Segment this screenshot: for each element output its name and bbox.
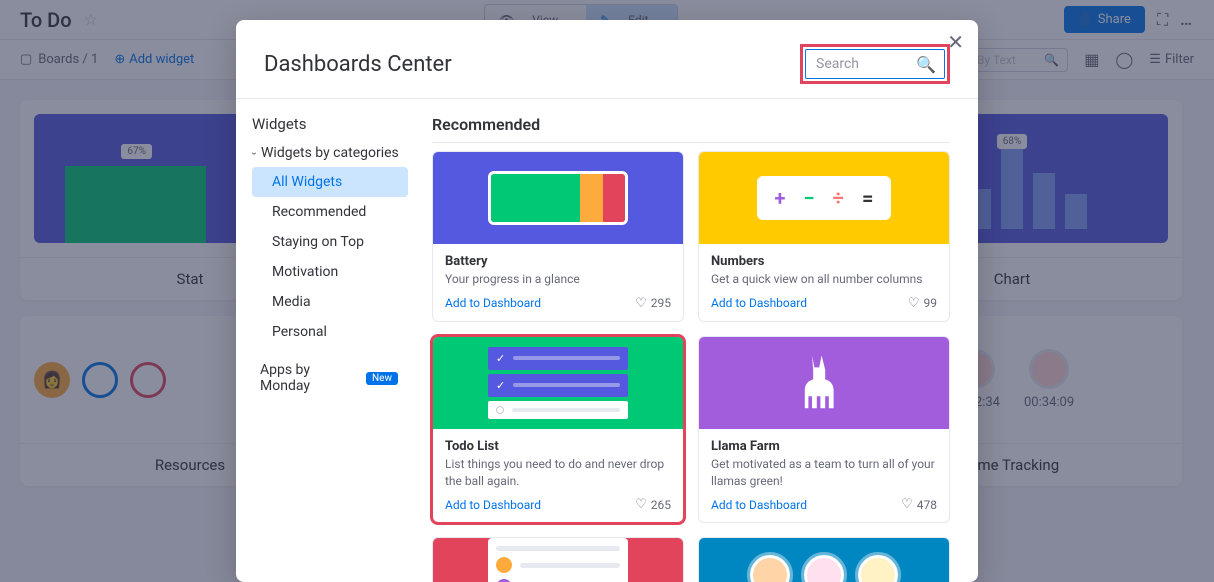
numbers-preview: +−÷= <box>699 152 949 244</box>
likes-count[interactable]: ♡265 <box>635 497 671 512</box>
add-to-dashboard-button[interactable]: Add to Dashboard <box>711 498 807 512</box>
avatar-icon <box>750 555 790 582</box>
widget-card-partial-left <box>432 537 684 582</box>
sidebar-item-recommended[interactable]: Recommended <box>252 197 408 227</box>
sidebar-item-apps-by-monday[interactable]: Apps by Monday New <box>252 355 408 401</box>
widget-card-battery: Battery Your progress in a glance Add to… <box>432 151 684 322</box>
sidebar-head-widgets: Widgets <box>252 115 416 133</box>
heart-icon: ♡ <box>908 296 920 311</box>
widget-card-partial-right <box>698 537 950 582</box>
modal-title: Dashboards Center <box>264 52 800 77</box>
llama-icon <box>800 353 848 413</box>
battery-preview <box>433 152 683 244</box>
card-desc: List things you need to do and never dro… <box>445 456 671 490</box>
llama-preview <box>699 337 949 429</box>
modal-content: Recommended Battery Your progress in a g… <box>416 99 978 582</box>
card-title: Llama Farm <box>711 439 937 454</box>
sidebar-item-all-widgets[interactable]: All Widgets <box>252 167 408 197</box>
search-icon: 🔍 <box>916 55 936 74</box>
add-to-dashboard-button[interactable]: Add to Dashboard <box>445 498 541 512</box>
widget-card-todo-list: ✓ ✓ Todo List List things you need to do… <box>432 336 684 524</box>
add-to-dashboard-button[interactable]: Add to Dashboard <box>445 296 541 310</box>
heart-icon: ♡ <box>635 497 647 512</box>
sidebar-category-toggle[interactable]: › Widgets by categories <box>252 145 416 161</box>
modal-sidebar: Widgets › Widgets by categories All Widg… <box>236 99 416 582</box>
search-highlight-box: 🔍 <box>800 44 950 84</box>
blue-preview <box>699 538 949 582</box>
sidebar-item-staying-on-top[interactable]: Staying on Top <box>252 227 408 257</box>
close-icon[interactable]: ✕ <box>947 30 964 54</box>
red-preview <box>433 538 683 582</box>
sidebar-item-motivation[interactable]: Motivation <box>252 257 408 287</box>
search-input[interactable] <box>816 56 914 72</box>
chevron-down-icon: › <box>248 151 259 154</box>
widget-card-numbers: +−÷= Numbers Get a quick view on all num… <box>698 151 950 322</box>
likes-count[interactable]: ♡295 <box>635 296 671 311</box>
card-title: Todo List <box>445 439 671 454</box>
avatar-icon <box>858 555 898 582</box>
card-desc: Get a quick view on all number columns <box>711 271 937 288</box>
likes-count[interactable]: ♡99 <box>908 296 937 311</box>
heart-icon: ♡ <box>901 497 913 512</box>
heart-icon: ♡ <box>635 296 647 311</box>
likes-count[interactable]: ♡478 <box>901 497 937 512</box>
avatar-icon <box>804 555 844 582</box>
section-title: Recommended <box>432 115 950 143</box>
widget-card-llama-farm: Llama Farm Get motivated as a team to tu… <box>698 336 950 524</box>
dashboards-center-modal: ✕ Dashboards Center 🔍 Widgets › Widgets … <box>236 20 978 582</box>
new-badge: New <box>366 372 398 385</box>
todo-preview: ✓ ✓ <box>433 337 683 429</box>
card-desc: Your progress in a glance <box>445 271 671 288</box>
add-to-dashboard-button[interactable]: Add to Dashboard <box>711 296 807 310</box>
card-title: Numbers <box>711 254 937 269</box>
sidebar-item-personal[interactable]: Personal <box>252 317 408 347</box>
card-title: Battery <box>445 254 671 269</box>
sidebar-item-media[interactable]: Media <box>252 287 408 317</box>
card-desc: Get motivated as a team to turn all of y… <box>711 456 937 490</box>
